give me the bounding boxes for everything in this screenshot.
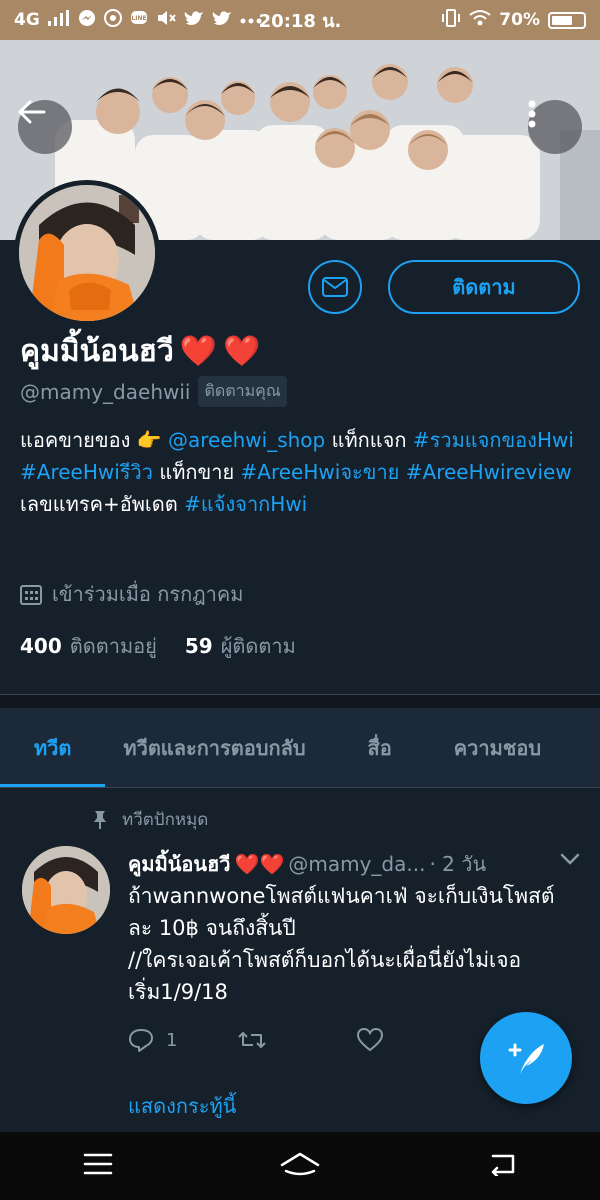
more-options-button[interactable] xyxy=(528,100,582,154)
handle-row: @mamy_daehwii ติดตามคุณ xyxy=(20,376,287,407)
back-nav-button[interactable] xyxy=(487,1152,517,1180)
pinned-label: ทวีตปักหมุด xyxy=(122,810,209,830)
follow-button[interactable]: ติดตาม xyxy=(388,260,580,314)
network-label: 4G xyxy=(14,10,40,30)
bio-hashtag-link[interactable]: #AreeHwiจะขาย xyxy=(241,460,400,484)
mute-icon xyxy=(156,9,176,31)
envelope-icon xyxy=(322,277,348,297)
back-button[interactable] xyxy=(18,100,72,154)
twitter-icon xyxy=(212,10,232,30)
chevron-down-icon xyxy=(560,853,580,865)
profile-stats: 400 ติดตามอยู่ 59 ผู้ติดตาม xyxy=(20,630,296,662)
avatar-photo xyxy=(22,846,110,934)
tweet-author-name[interactable]: คูมมิ้น้อนฮวี xyxy=(128,848,231,880)
bio-text: แอคขายของ 👉 xyxy=(20,428,168,452)
profile-avatar[interactable] xyxy=(14,180,160,326)
pinned-label-row: ทวีตปักหมุด xyxy=(92,806,208,833)
following-stat[interactable]: 400 ติดตามอยู่ xyxy=(20,630,157,662)
heart-emoji-icon: ❤️ xyxy=(223,333,261,369)
profile-tabs: ทวีต ทวีตและการตอบกลับ สื่อ ความชอบ xyxy=(0,708,600,788)
bio-text: แท็กขาย xyxy=(153,460,241,484)
svg-text:LINE: LINE xyxy=(131,15,146,22)
profile-handle: @mamy_daehwii xyxy=(20,379,191,404)
messenger-icon xyxy=(78,9,96,31)
home-button[interactable] xyxy=(280,1151,320,1181)
arrow-left-icon xyxy=(18,100,46,124)
line-icon: LINE xyxy=(130,9,148,31)
pin-icon xyxy=(94,810,106,829)
more-dots-icon xyxy=(240,12,262,28)
bio-mention-link[interactable]: @areehwi_shop xyxy=(168,428,325,452)
heart-emoji-icon: ❤️ xyxy=(179,333,218,369)
bio-text: แท็กแจก xyxy=(325,428,413,452)
profile-name-row: คูมมิ้น้อนฮวี ❤️ ❤️ xyxy=(20,328,261,375)
following-label: ติดตามอยู่ xyxy=(69,634,157,658)
status-bar: 4G LINE 20:18 น. 70% xyxy=(0,0,600,40)
signal-icon xyxy=(47,10,70,30)
back-nav-icon xyxy=(491,1154,514,1178)
chrome-icon xyxy=(103,9,122,31)
avatar-photo xyxy=(19,185,155,321)
more-vertical-icon xyxy=(528,100,536,128)
vibrate-icon xyxy=(441,9,461,31)
tab-tweets-replies[interactable]: ทวีตและการตอบกลับ xyxy=(105,708,323,787)
recent-apps-button[interactable] xyxy=(83,1152,113,1180)
bio-hashtag-link[interactable]: #แจ้งจากHwi xyxy=(184,492,307,516)
bio-hashtag-link[interactable]: #AreeHwireview xyxy=(406,460,572,484)
bio-hashtag-link[interactable]: #รวมแจกของHwi xyxy=(413,428,574,452)
tweet-menu-button[interactable] xyxy=(560,850,580,869)
followers-stat[interactable]: 59 ผู้ติดตาม xyxy=(185,630,296,662)
tweet-author-handle: @mamy_da... xyxy=(288,852,426,876)
reply-button[interactable]: 1 xyxy=(128,1028,177,1052)
profile-bio: แอคขายของ 👉 @areehwi_shop แท็กแจก #รวมแจ… xyxy=(20,424,580,520)
heart-icon xyxy=(357,1028,384,1052)
section-divider xyxy=(0,694,600,708)
following-count: 400 xyxy=(20,634,62,658)
system-nav-bar xyxy=(0,1132,600,1200)
tab-likes[interactable]: ความชอบ xyxy=(436,708,559,787)
battery-percent: 70% xyxy=(499,10,540,30)
joined-date: เข้าร่วมเมื่อ กรกฎาคม xyxy=(20,578,243,610)
message-button[interactable] xyxy=(308,260,362,314)
tweet-text: ถ้าwannwoneโพสต์แฟนคาเฟ่ จะเก็บเงินโพสต์… xyxy=(128,884,555,1004)
home-icon xyxy=(280,1152,320,1176)
retweet-icon xyxy=(238,1032,267,1048)
calendar-icon xyxy=(20,585,42,605)
bio-hashtag-link[interactable]: #AreeHwiรีวิว xyxy=(20,460,153,484)
joined-label: เข้าร่วมเมื่อ กรกฎาคม xyxy=(52,582,244,606)
tweet-time: · 2 วัน xyxy=(429,852,487,876)
bio-text: เลขแทรค+อัพเดต xyxy=(20,492,185,516)
tab-media[interactable]: สื่อ xyxy=(324,708,436,787)
twitter-icon xyxy=(184,10,204,30)
follows-you-badge: ติดตามคุณ xyxy=(198,376,287,407)
tweet-avatar[interactable] xyxy=(22,846,110,934)
tweet-header: คูมมิ้น้อนฮวี ❤️❤️ @mamy_da... · 2 วัน xyxy=(128,848,560,880)
like-button[interactable] xyxy=(357,1028,384,1052)
battery-icon xyxy=(548,11,586,29)
reply-icon xyxy=(129,1029,153,1052)
menu-lines-icon xyxy=(84,1153,113,1175)
tab-tweets[interactable]: ทวีต xyxy=(0,708,106,787)
followers-label: ผู้ติดตาม xyxy=(220,634,296,658)
heart-emoji-icon: ❤️❤️ xyxy=(234,852,285,876)
profile-name: คูมมิ้น้อนฮวี xyxy=(20,334,174,369)
tweet-actions: 1 xyxy=(128,1028,384,1052)
compose-tweet-button[interactable] xyxy=(480,1012,572,1104)
reply-count: 1 xyxy=(166,1029,178,1051)
followers-count: 59 xyxy=(184,634,213,658)
compose-feather-icon xyxy=(508,1043,544,1074)
retweet-button[interactable] xyxy=(237,1029,267,1051)
show-thread-link[interactable]: แสดงกระทู้นี้ xyxy=(128,1090,236,1122)
wifi-icon xyxy=(469,9,491,31)
battery-level xyxy=(552,15,572,25)
